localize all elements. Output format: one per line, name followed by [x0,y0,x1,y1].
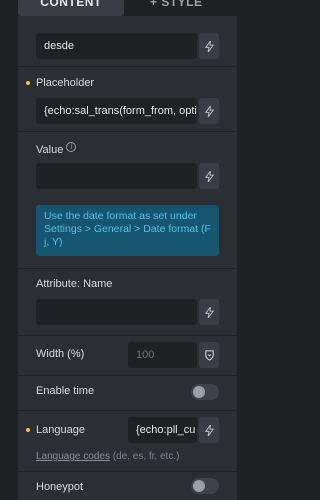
dynamic-data-button[interactable] [199,417,219,443]
toggle-knob [193,480,205,492]
placeholder-label: Placeholder [36,77,95,89]
divider [18,131,237,132]
bolt-icon [204,170,214,182]
placeholder-input[interactable]: {echo:sal_trans(form_from, opti [36,98,197,124]
date-format-notice: Use the date format as set under Setting… [36,205,219,256]
tab-style[interactable]: + STYLE [150,0,230,16]
info-icon[interactable]: i [66,142,77,152]
divider [18,471,237,472]
toggle-knob [193,386,205,398]
honeypot-label: Honeypot [36,481,84,493]
language-label: Language [36,424,85,436]
panel-tabs: CONTENT + STYLE [0,0,251,16]
bolt-icon [204,105,214,117]
value-label-text: Value [36,144,64,156]
width-label: Width (%) [36,348,85,360]
dynamic-data-button[interactable] [199,98,219,124]
value-label: Value i [36,142,77,156]
divider [18,410,237,411]
language-codes-hint: Language codes (de, es, fr, etc.) [36,451,179,462]
language-input[interactable]: {echo:pll_cu [128,417,197,443]
language-codes-link[interactable]: Language codes [36,451,110,462]
dynamic-data-button[interactable] [199,33,219,59]
attribute-name-input[interactable] [36,299,197,325]
divider [18,268,237,269]
width-input[interactable]: 100 [128,342,197,368]
divider [18,375,237,376]
dynamic-data-button[interactable] [199,299,219,325]
language-codes-examples: (de, es, fr, etc.) [112,451,180,462]
shield-icon [204,349,214,361]
modified-indicator [26,81,30,85]
attribute-name-label: Attribute: Name [36,278,113,290]
divider [18,66,237,67]
enable-time-label: Enable time [36,385,95,397]
width-unit-button[interactable] [199,342,219,368]
bolt-icon [204,40,214,52]
value-input[interactable] [36,163,197,189]
honeypot-toggle[interactable] [191,478,219,494]
enable-time-toggle[interactable] [191,384,219,400]
divider [18,335,237,336]
bolt-icon [204,306,214,318]
modified-indicator [26,428,30,432]
dynamic-data-button[interactable] [199,163,219,189]
tab-content[interactable]: CONTENT [18,0,124,16]
top-text-field[interactable]: desde [36,33,197,59]
bolt-icon [204,424,214,436]
